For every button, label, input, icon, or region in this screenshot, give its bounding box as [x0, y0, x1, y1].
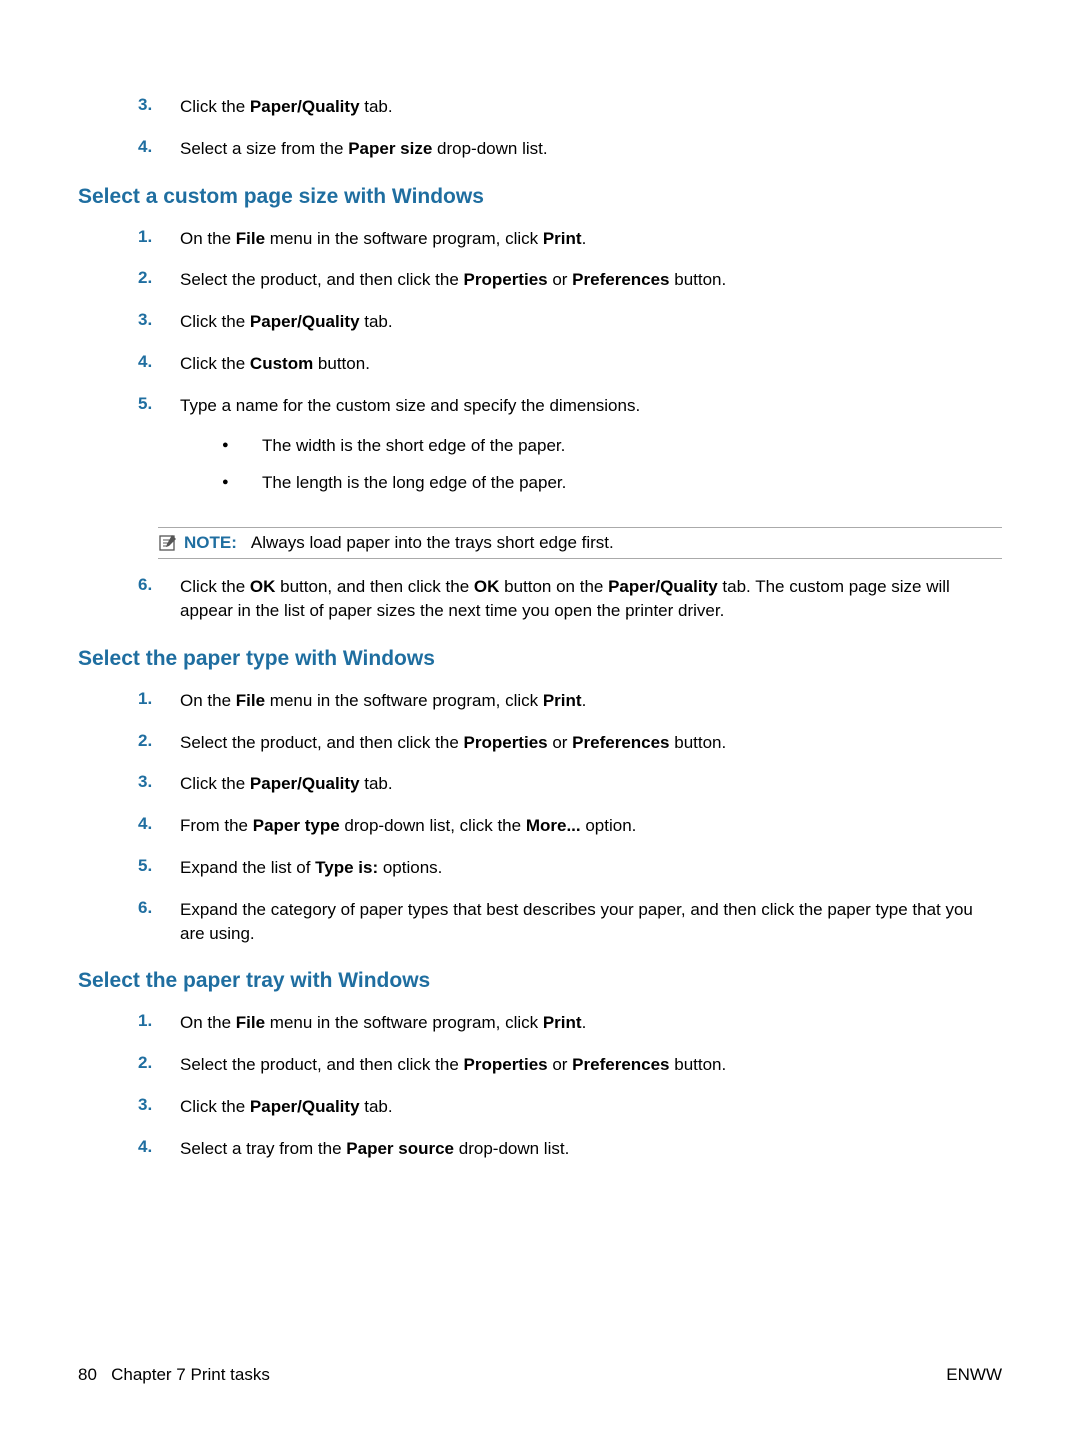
- section-list-after-note: 6. Click the OK button, and then click t…: [138, 575, 1002, 623]
- list-number: 4.: [138, 137, 180, 157]
- list-item: 2. Select the product, and then click th…: [138, 731, 1002, 755]
- intro-list: 3. Click the Paper/Quality tab. 4. Selec…: [138, 95, 1002, 161]
- list-body: Select a size from the Paper size drop-d…: [180, 137, 1002, 161]
- note-box: NOTE: Always load paper into the trays s…: [158, 527, 1002, 559]
- sub-item: ●The length is the long edge of the pape…: [222, 471, 1002, 495]
- note-icon: [158, 534, 178, 552]
- note-label: NOTE:: [184, 533, 237, 553]
- list-item: 5. Type a name for the custom size and s…: [138, 394, 1002, 509]
- list-item: 6. Expand the category of paper types th…: [138, 898, 1002, 946]
- bullet-icon: ●: [222, 434, 262, 453]
- list-body: From the Paper type drop-down list, clic…: [180, 814, 1002, 838]
- list-item: 4. From the Paper type drop-down list, c…: [138, 814, 1002, 838]
- list-item: 2. Select the product, and then click th…: [138, 1053, 1002, 1077]
- list-number: 6.: [138, 575, 180, 595]
- list-item: 3. Click the Paper/Quality tab.: [138, 772, 1002, 796]
- list-body: Select the product, and then click the P…: [180, 268, 1002, 292]
- list-number: 1.: [138, 689, 180, 709]
- list-number: 2.: [138, 731, 180, 751]
- list-number: 3.: [138, 772, 180, 792]
- list-item: 2. Select the product, and then click th…: [138, 268, 1002, 292]
- list-body: Expand the category of paper types that …: [180, 898, 1002, 946]
- list-body: Select the product, and then click the P…: [180, 731, 1002, 755]
- note-text: Always load paper into the trays short e…: [251, 533, 614, 553]
- list-number: 2.: [138, 268, 180, 288]
- list-number: 5.: [138, 394, 180, 414]
- page-footer: 80 Chapter 7 Print tasks ENWW: [78, 1365, 1002, 1385]
- list-body: Click the Paper/Quality tab.: [180, 772, 1002, 796]
- list-item: 4. Click the Custom button.: [138, 352, 1002, 376]
- list-number: 2.: [138, 1053, 180, 1073]
- list-body: Select a tray from the Paper source drop…: [180, 1137, 1002, 1161]
- list-body: Click the OK button, and then click the …: [180, 575, 1002, 623]
- chapter-label: Chapter 7 Print tasks: [111, 1365, 270, 1384]
- list-item: 4. Select a size from the Paper size dro…: [138, 137, 1002, 161]
- list-number: 5.: [138, 856, 180, 876]
- list-body: On the File menu in the software program…: [180, 1011, 1002, 1035]
- section-list: 1. On the File menu in the software prog…: [138, 1011, 1002, 1160]
- list-number: 1.: [138, 1011, 180, 1031]
- list-item: 4. Select a tray from the Paper source d…: [138, 1137, 1002, 1161]
- list-body: Type a name for the custom size and spec…: [180, 394, 1002, 509]
- list-number: 3.: [138, 1095, 180, 1115]
- list-number: 4.: [138, 1137, 180, 1157]
- list-item: 1. On the File menu in the software prog…: [138, 227, 1002, 251]
- list-body: Click the Custom button.: [180, 352, 1002, 376]
- list-body: Click the Paper/Quality tab.: [180, 1095, 1002, 1119]
- list-number: 4.: [138, 352, 180, 372]
- page-content: 3. Click the Paper/Quality tab. 4. Selec…: [78, 95, 1002, 1161]
- list-body: Select the product, and then click the P…: [180, 1053, 1002, 1077]
- list-item: 5. Expand the list of Type is: options.: [138, 856, 1002, 880]
- list-body: On the File menu in the software program…: [180, 689, 1002, 713]
- sub-item: ●The width is the short edge of the pape…: [222, 434, 1002, 458]
- sub-list: ●The width is the short edge of the pape…: [180, 434, 1002, 496]
- list-item: 3. Click the Paper/Quality tab.: [138, 1095, 1002, 1119]
- section-heading: Select a custom page size with Windows: [78, 185, 1002, 209]
- list-number: 4.: [138, 814, 180, 834]
- section-list: 1. On the File menu in the software prog…: [138, 227, 1002, 510]
- section-heading: Select the paper tray with Windows: [78, 969, 1002, 993]
- list-item: 1. On the File menu in the software prog…: [138, 1011, 1002, 1035]
- list-body: Click the Paper/Quality tab.: [180, 95, 1002, 119]
- bullet-icon: ●: [222, 471, 262, 490]
- list-body: On the File menu in the software program…: [180, 227, 1002, 251]
- list-body: Click the Paper/Quality tab.: [180, 310, 1002, 334]
- list-item: 1. On the File menu in the software prog…: [138, 689, 1002, 713]
- list-number: 3.: [138, 310, 180, 330]
- list-body: Expand the list of Type is: options.: [180, 856, 1002, 880]
- section-list: 1. On the File menu in the software prog…: [138, 689, 1002, 946]
- list-number: 1.: [138, 227, 180, 247]
- page-number: 80: [78, 1365, 97, 1384]
- list-item: 3. Click the Paper/Quality tab.: [138, 310, 1002, 334]
- list-item: 3. Click the Paper/Quality tab.: [138, 95, 1002, 119]
- list-number: 6.: [138, 898, 180, 918]
- section-heading: Select the paper type with Windows: [78, 647, 1002, 671]
- footer-left: 80 Chapter 7 Print tasks: [78, 1365, 270, 1385]
- footer-right: ENWW: [946, 1365, 1002, 1385]
- list-item: 6. Click the OK button, and then click t…: [138, 575, 1002, 623]
- list-number: 3.: [138, 95, 180, 115]
